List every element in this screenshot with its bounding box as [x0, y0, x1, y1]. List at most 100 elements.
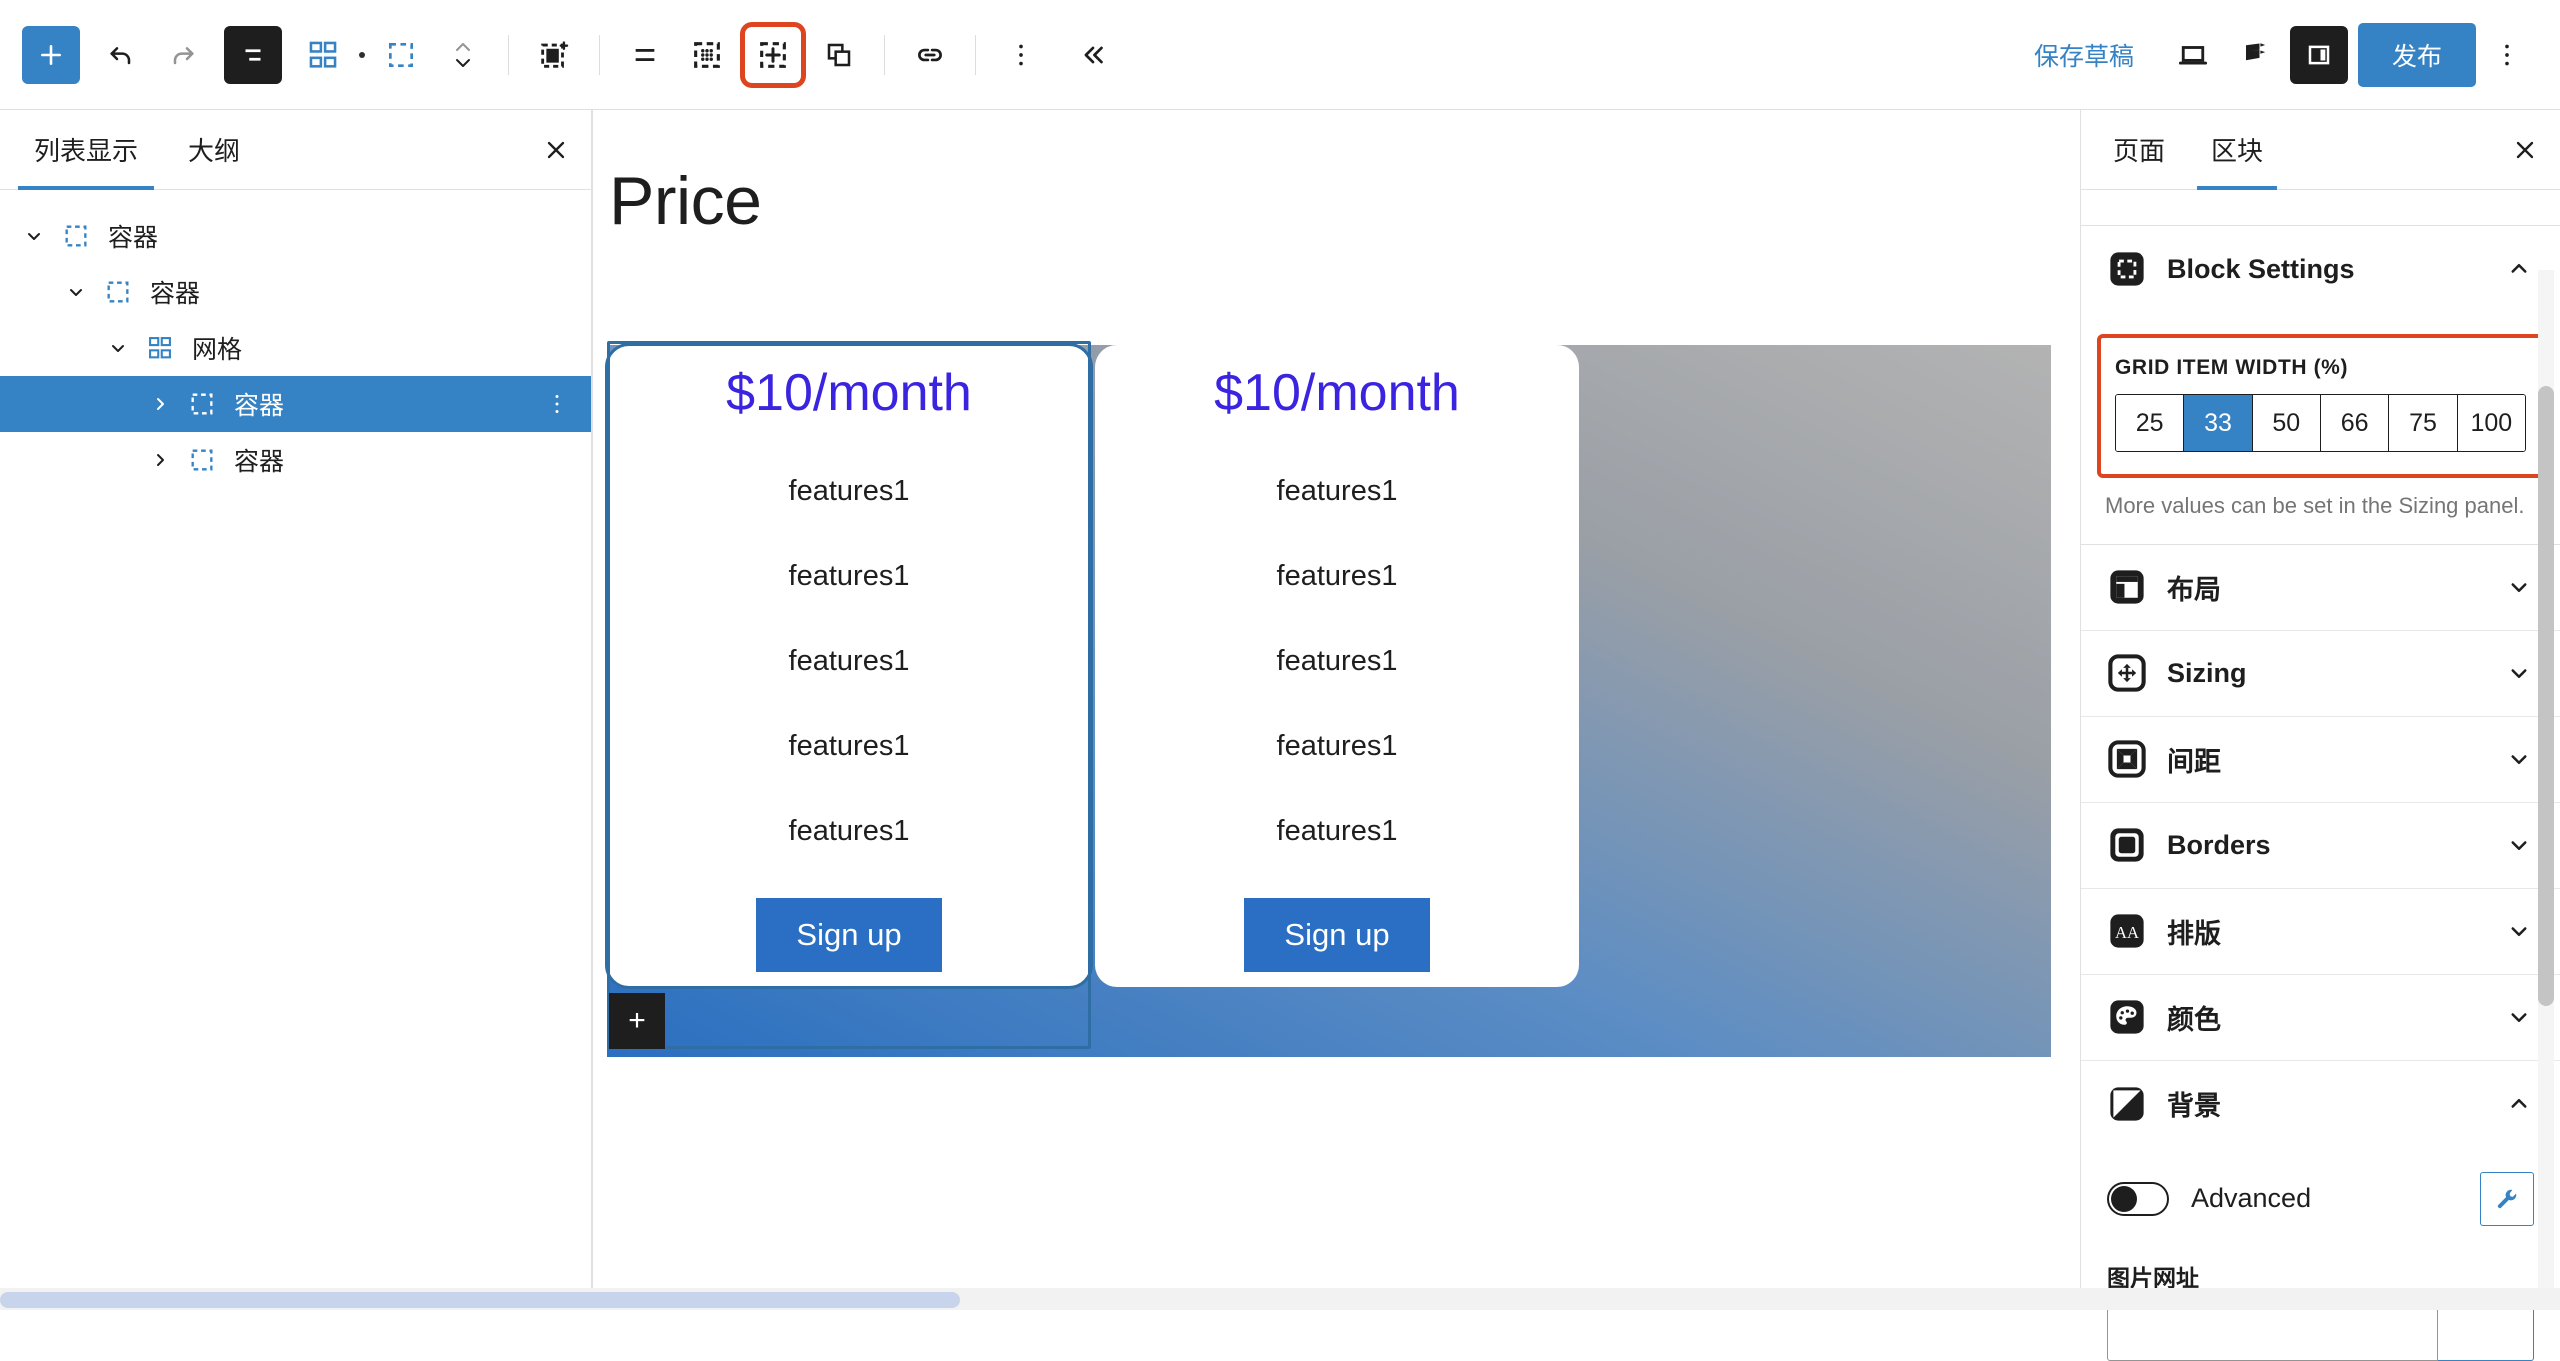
grid-width-option-50[interactable]: 50 [2253, 395, 2321, 451]
feature-item[interactable]: features1 [789, 645, 910, 678]
redo-button[interactable] [152, 24, 214, 86]
add-grid-item-button[interactable] [742, 24, 804, 86]
expand-chevron[interactable] [96, 336, 140, 360]
horizontal-scrollbar[interactable] [0, 1288, 2560, 1310]
list-item[interactable]: 容器 [0, 432, 591, 488]
more-options-button[interactable] [990, 24, 1052, 86]
close-settings-button[interactable] [2490, 110, 2560, 189]
tab-outline[interactable]: 大纲 [172, 110, 256, 189]
view-page-button[interactable] [2224, 24, 2286, 86]
panel-layout[interactable]: 布局 [2081, 545, 2560, 631]
feature-item[interactable]: features1 [789, 730, 910, 763]
panel-background[interactable]: 背景 [2081, 1061, 2560, 1147]
price-amount[interactable]: $10/month [1214, 363, 1460, 423]
advanced-toggle[interactable] [2107, 1182, 2169, 1216]
sidebar-scrollbar-thumb[interactable] [2538, 386, 2554, 1006]
signup-button[interactable]: Sign up [1244, 898, 1429, 972]
grid-blocks-button[interactable] [292, 24, 354, 86]
collapse-toolbar-button[interactable] [1062, 24, 1124, 86]
chevron-down-icon[interactable] [2504, 1002, 2534, 1032]
view-icon [2237, 37, 2273, 73]
list-item-options-button[interactable] [537, 390, 577, 418]
dashed-square-icon [56, 222, 96, 250]
chevron-down-icon[interactable] [2504, 658, 2534, 688]
price-card-1[interactable]: $10/month features1 features1 features1 … [607, 345, 1091, 987]
chevron-down-icon[interactable] [2504, 572, 2534, 602]
grid-width-option-33[interactable]: 33 [2184, 395, 2252, 451]
price-amount[interactable]: $10/month [726, 363, 972, 423]
feature-item[interactable]: features1 [789, 815, 910, 848]
undo-arrow-icon [105, 39, 137, 71]
expand-chevron[interactable] [138, 448, 182, 472]
block-tree: 容器 容器 网格 [0, 190, 591, 488]
panel-sizing[interactable]: Sizing [2081, 631, 2560, 717]
tab-list-view[interactable]: 列表显示 [18, 110, 154, 189]
panel-spacing[interactable]: 间距 [2081, 717, 2560, 803]
feature-item[interactable]: features1 [789, 475, 910, 508]
link-button[interactable] [899, 24, 961, 86]
expand-chevron[interactable] [138, 392, 182, 416]
add-block-button[interactable] [22, 26, 80, 84]
settings-sidebar: 页面 区块 Block Settings GRID ITEM WIDTH (%)… [2080, 110, 2560, 1310]
price-card-2[interactable]: $10/month features1 features1 features1 … [1095, 345, 1579, 987]
align-button[interactable] [614, 24, 676, 86]
duplicate-button[interactable] [808, 24, 870, 86]
list-item[interactable]: 容器 [0, 208, 591, 264]
image-url-row [2107, 1305, 2534, 1361]
settings-sidebar-toggle[interactable] [2290, 26, 2348, 84]
select-block-button[interactable] [523, 24, 585, 86]
image-url-browse-button[interactable] [2438, 1305, 2534, 1361]
grid-width-option-66[interactable]: 66 [2321, 395, 2389, 451]
panel-typography[interactable]: AA 排版 [2081, 889, 2560, 975]
list-item-selected[interactable]: 容器 [0, 376, 591, 432]
feature-item[interactable]: features1 [1277, 815, 1398, 848]
chevron-down-icon[interactable] [2504, 744, 2534, 774]
chevron-down-icon[interactable] [2504, 916, 2534, 946]
tab-page[interactable]: 页面 [2099, 110, 2179, 189]
chevron-down-icon[interactable] [2504, 830, 2534, 860]
grid-width-option-100[interactable]: 100 [2458, 395, 2525, 451]
advanced-tools-button[interactable] [2480, 1172, 2534, 1226]
chevron-up-icon[interactable] [2504, 254, 2534, 284]
preview-device-button[interactable] [2162, 24, 2224, 86]
dotted-grid-icon [690, 38, 724, 72]
feature-item[interactable]: features1 [789, 560, 910, 593]
dashed-square-icon [182, 446, 222, 474]
select-parent-button[interactable] [370, 24, 432, 86]
feature-item[interactable]: features1 [1277, 730, 1398, 763]
save-draft-button[interactable]: 保存草稿 [2016, 27, 2152, 83]
chevron-up-icon[interactable] [2504, 1089, 2534, 1119]
grid-width-option-75[interactable]: 75 [2389, 395, 2457, 451]
list-item[interactable]: 容器 [0, 264, 591, 320]
block-appender-button[interactable]: + [609, 993, 665, 1049]
document-overview-button[interactable] [224, 26, 282, 84]
page-title[interactable]: Price [609, 162, 761, 240]
expand-chevron[interactable] [54, 280, 98, 304]
publish-button[interactable]: 发布 [2358, 23, 2476, 87]
grid-item-width-help-text: More values can be set in the Sizing pan… [2081, 484, 2560, 545]
feature-item[interactable]: features1 [1277, 645, 1398, 678]
panel-borders[interactable]: Borders [2081, 803, 2560, 889]
move-updown-button[interactable] [432, 24, 494, 86]
expand-chevron[interactable] [12, 224, 56, 248]
tab-block[interactable]: 区块 [2197, 110, 2277, 189]
grid-dots-button[interactable] [676, 24, 738, 86]
feature-item[interactable]: features1 [1277, 560, 1398, 593]
panel-title: Borders [2167, 830, 2271, 861]
close-list-view-button[interactable] [521, 110, 591, 189]
panel-color[interactable]: 颜色 [2081, 975, 2560, 1061]
editor-more-menu-button[interactable] [2476, 24, 2538, 86]
image-url-input[interactable] [2107, 1305, 2438, 1361]
grid-block[interactable]: $10/month features1 features1 features1 … [607, 345, 2051, 1057]
horizontal-scrollbar-thumb[interactable] [0, 1292, 960, 1308]
undo-button[interactable] [90, 24, 152, 86]
link-icon [913, 38, 947, 72]
wrench-icon [2493, 1185, 2521, 1213]
grid-width-option-25[interactable]: 25 [2116, 395, 2184, 451]
grid-item-width-control: GRID ITEM WIDTH (%) 25 33 50 66 75 100 [2097, 334, 2544, 478]
panel-block-settings[interactable]: Block Settings [2081, 226, 2560, 312]
list-item[interactable]: 网格 [0, 320, 591, 376]
feature-item[interactable]: features1 [1277, 475, 1398, 508]
signup-button[interactable]: Sign up [756, 898, 941, 972]
svg-text:AA: AA [2115, 923, 2139, 942]
